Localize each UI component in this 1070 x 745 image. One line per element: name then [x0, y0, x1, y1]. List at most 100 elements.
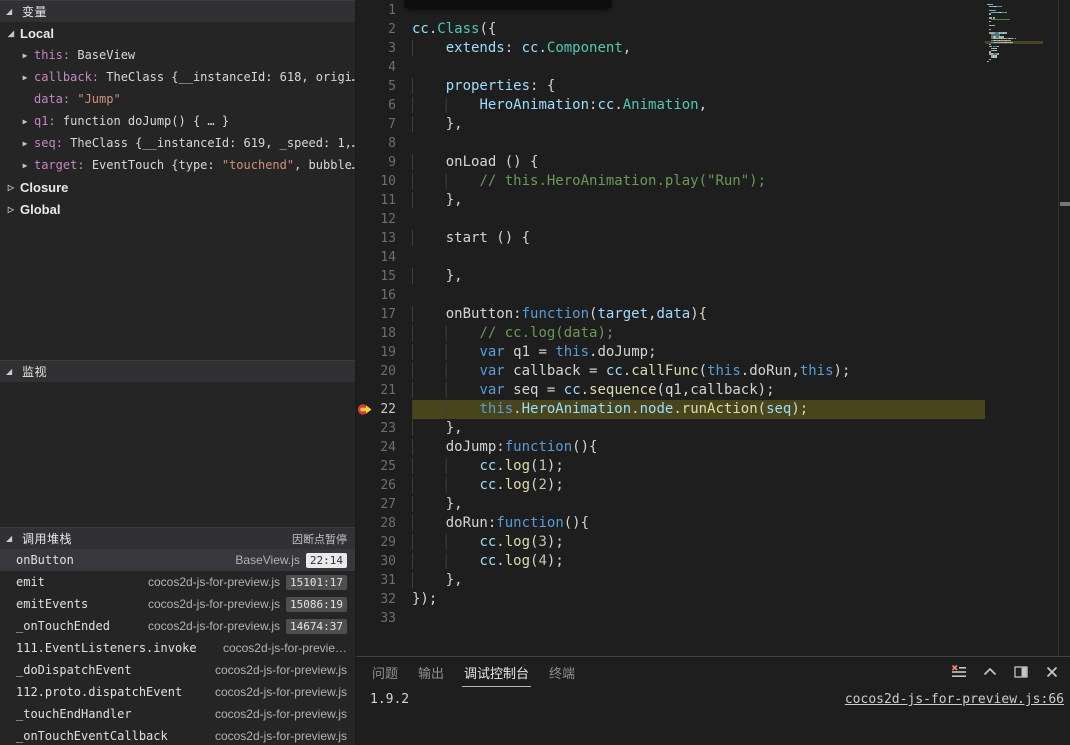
line-number[interactable]: 26: [356, 476, 412, 495]
variables-section-header[interactable]: ◢ 变量: [0, 0, 355, 22]
callstack-section-header[interactable]: ◢ 调用堆栈 因断点暂停: [0, 527, 355, 549]
code-line-24[interactable]: 24 doJump:function(){: [356, 438, 1070, 457]
line-number[interactable]: 9: [356, 153, 412, 172]
callstack-frame--onTouchEventCallback[interactable]: _onTouchEventCallback cocos2d-js-for-prev…: [0, 725, 355, 745]
callstack-frame-112-proto-dispatchEvent[interactable]: 112.proto.dispatchEvent cocos2d-js-for-pr…: [0, 681, 355, 703]
line-number[interactable]: 16: [356, 286, 412, 305]
line-number[interactable]: 7: [356, 115, 412, 134]
code-line-23[interactable]: 23 },: [356, 419, 1070, 438]
code-line-18[interactable]: 18 // cc.log(data);: [356, 324, 1070, 343]
editor-scrollbar[interactable]: [1058, 0, 1070, 656]
line-number[interactable]: 6: [356, 96, 412, 115]
line-number[interactable]: 21: [356, 381, 412, 400]
callstack-frame-onButton[interactable]: onButton BaseView.js 22:14: [0, 549, 355, 571]
line-number[interactable]: 3: [356, 39, 412, 58]
scope-closure[interactable]: ▷ Closure: [0, 176, 355, 198]
code-line-25[interactable]: 25 cc.log(1);: [356, 457, 1070, 476]
code-line-10[interactable]: 10 // this.HeroAnimation.play("Run");: [356, 172, 1070, 191]
callstack-frame--onTouchEnded[interactable]: _onTouchEnded cocos2d-js-for-preview.js 14…: [0, 615, 355, 637]
split-panel-icon[interactable]: [1013, 664, 1029, 680]
code-line-11[interactable]: 11 },: [356, 191, 1070, 210]
code-line-20[interactable]: 20 var callback = cc.callFunc(this.doRun…: [356, 362, 1070, 381]
code-line-12[interactable]: 12: [356, 210, 1070, 229]
line-number[interactable]: 24: [356, 438, 412, 457]
code-line-4[interactable]: 4: [356, 58, 1070, 77]
console-log-line: 1.9.2: [370, 692, 410, 707]
minimap[interactable]: [985, 0, 1058, 656]
variable-row-q1[interactable]: ▶ q1: function doJump() { … }: [0, 110, 355, 132]
code-line-15[interactable]: 15 },: [356, 267, 1070, 286]
code-line-33[interactable]: 33: [356, 609, 1070, 628]
line-number[interactable]: 28: [356, 514, 412, 533]
panel-tab-active[interactable]: 调试控制台: [462, 658, 532, 687]
breakpoint-paused-icon[interactable]: [357, 402, 373, 417]
code-line-8[interactable]: 8: [356, 134, 1070, 153]
code-line-16[interactable]: 16: [356, 286, 1070, 305]
code-line-14[interactable]: 14: [356, 248, 1070, 267]
callstack-frame-emit[interactable]: emit cocos2d-js-for-preview.js 15101:17: [0, 571, 355, 593]
scope-local[interactable]: ◢ Local: [0, 22, 355, 44]
line-number[interactable]: 13: [356, 229, 412, 248]
close-panel-icon[interactable]: [1044, 664, 1060, 680]
chevron-up-icon[interactable]: [982, 664, 998, 680]
line-number[interactable]: 17: [356, 305, 412, 324]
code-line-2[interactable]: 2 cc.Class({: [356, 20, 1070, 39]
line-number[interactable]: 27: [356, 495, 412, 514]
line-number[interactable]: 33: [356, 609, 412, 628]
line-number[interactable]: 2: [356, 20, 412, 39]
code-line-5[interactable]: 5 properties: {: [356, 77, 1070, 96]
line-number[interactable]: 12: [356, 210, 412, 229]
line-number[interactable]: 20: [356, 362, 412, 381]
code-line-13[interactable]: 13 start () {: [356, 229, 1070, 248]
line-number[interactable]: 29: [356, 533, 412, 552]
code-line-28[interactable]: 28 doRun:function(){: [356, 514, 1070, 533]
console-source-link[interactable]: cocos2d-js-for-preview.js:66: [845, 692, 1064, 707]
line-number[interactable]: 30: [356, 552, 412, 571]
line-number[interactable]: 22: [356, 400, 412, 419]
code-line-31[interactable]: 31 },: [356, 571, 1070, 590]
line-number[interactable]: 5: [356, 77, 412, 96]
code-line-17[interactable]: 17 onButton:function(target,data){: [356, 305, 1070, 324]
code-line-21[interactable]: 21 var seq = cc.sequence(q1,callback);: [356, 381, 1070, 400]
panel-tab-inactive[interactable]: 终端: [547, 658, 577, 687]
line-number[interactable]: 4: [356, 58, 412, 77]
line-number[interactable]: 10: [356, 172, 412, 191]
watch-section-header[interactable]: ◢ 监视: [0, 360, 355, 382]
panel-tab-inactive[interactable]: 问题: [370, 658, 400, 687]
code-editor[interactable]: 1 2 cc.Class({3 extends: cc.Component, 4 5 p…: [356, 0, 1070, 656]
code-line-3[interactable]: 3 extends: cc.Component,: [356, 39, 1070, 58]
scope-global[interactable]: ▷ Global: [0, 198, 355, 220]
code-line-22[interactable]: 22 this.HeroAnimation.node.runAction(seq…: [356, 400, 1070, 419]
line-number[interactable]: 11: [356, 191, 412, 210]
variable-row-seq[interactable]: ▶ seq: TheClass {__instanceId: 619, _spee…: [0, 132, 355, 154]
code-line-19[interactable]: 19 var q1 = this.doJump;: [356, 343, 1070, 362]
code-line-30[interactable]: 30 cc.log(4);: [356, 552, 1070, 571]
code-line-26[interactable]: 26 cc.log(2);: [356, 476, 1070, 495]
callstack-frame--doDispatchEvent[interactable]: _doDispatchEvent cocos2d-js-for-preview.j…: [0, 659, 355, 681]
line-number[interactable]: 31: [356, 571, 412, 590]
callstack-frame--touchEndHandler[interactable]: _touchEndHandler cocos2d-js-for-preview.j…: [0, 703, 355, 725]
line-number[interactable]: 15: [356, 267, 412, 286]
variable-row-this[interactable]: ▶ this: BaseView: [0, 44, 355, 66]
callstack-frame-emitEvents[interactable]: emitEvents cocos2d-js-for-preview.js 15086…: [0, 593, 355, 615]
variable-row-target[interactable]: ▶ target: EventTouch {type: "touchend", b…: [0, 154, 355, 176]
panel-tab-inactive[interactable]: 输出: [416, 658, 446, 687]
line-number[interactable]: 19: [356, 343, 412, 362]
code-line-27[interactable]: 27 },: [356, 495, 1070, 514]
code-line-32[interactable]: 32});: [356, 590, 1070, 609]
clear-console-icon[interactable]: [951, 664, 967, 680]
code-line-7[interactable]: 7 },: [356, 115, 1070, 134]
code-line-29[interactable]: 29 cc.log(3);: [356, 533, 1070, 552]
line-number[interactable]: 32: [356, 590, 412, 609]
line-number[interactable]: 23: [356, 419, 412, 438]
line-number[interactable]: 18: [356, 324, 412, 343]
line-number[interactable]: 14: [356, 248, 412, 267]
line-number[interactable]: 25: [356, 457, 412, 476]
variable-row-callback[interactable]: ▶ callback: TheClass {__instanceId: 618, …: [0, 66, 355, 88]
line-number[interactable]: 8: [356, 134, 412, 153]
code-line-6[interactable]: 6 HeroAnimation:cc.Animation,: [356, 96, 1070, 115]
variable-row-data[interactable]: data: "Jump": [0, 88, 355, 110]
callstack-frame-111-EventListeners-invoke[interactable]: 111.EventListeners.invoke cocos2d-js-for-…: [0, 637, 355, 659]
debug-toolbar[interactable]: [404, 0, 612, 9]
code-line-9[interactable]: 9 onLoad () {: [356, 153, 1070, 172]
